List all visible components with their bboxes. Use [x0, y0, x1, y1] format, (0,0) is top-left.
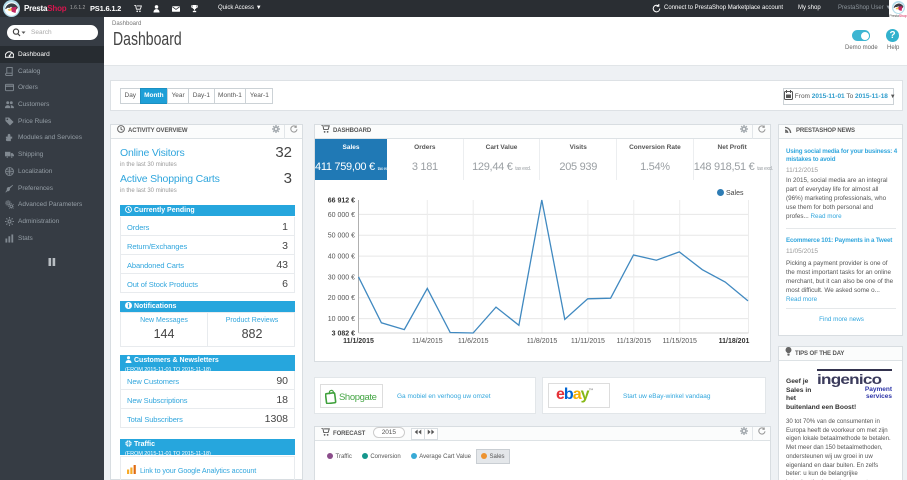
svg-text:30 000 €: 30 000 €	[328, 274, 355, 281]
svg-text:11/6/2015: 11/6/2015	[458, 338, 489, 345]
svg-text:10 000 €: 10 000 €	[328, 316, 355, 323]
svg-text:11/18/201: 11/18/201	[719, 338, 750, 345]
svg-text:11/13/2015: 11/13/2015	[617, 338, 652, 345]
svg-text:3 082 €: 3 082 €	[332, 331, 355, 338]
svg-text:60 000 €: 60 000 €	[328, 212, 355, 219]
svg-text:50 000 €: 50 000 €	[328, 233, 355, 240]
svg-text:11/1/2015: 11/1/2015	[343, 338, 374, 345]
svg-text:11/8/2015: 11/8/2015	[527, 338, 558, 345]
svg-text:Sales: Sales	[726, 190, 744, 197]
svg-text:11/11/2015: 11/11/2015	[571, 338, 605, 345]
svg-text:40 000 €: 40 000 €	[328, 254, 355, 261]
svg-text:66 912 €: 66 912 €	[328, 198, 355, 205]
svg-text:11/15/2015: 11/15/2015	[662, 338, 697, 345]
svg-text:20 000 €: 20 000 €	[328, 295, 355, 302]
svg-text:11/4/2015: 11/4/2015	[412, 338, 443, 345]
